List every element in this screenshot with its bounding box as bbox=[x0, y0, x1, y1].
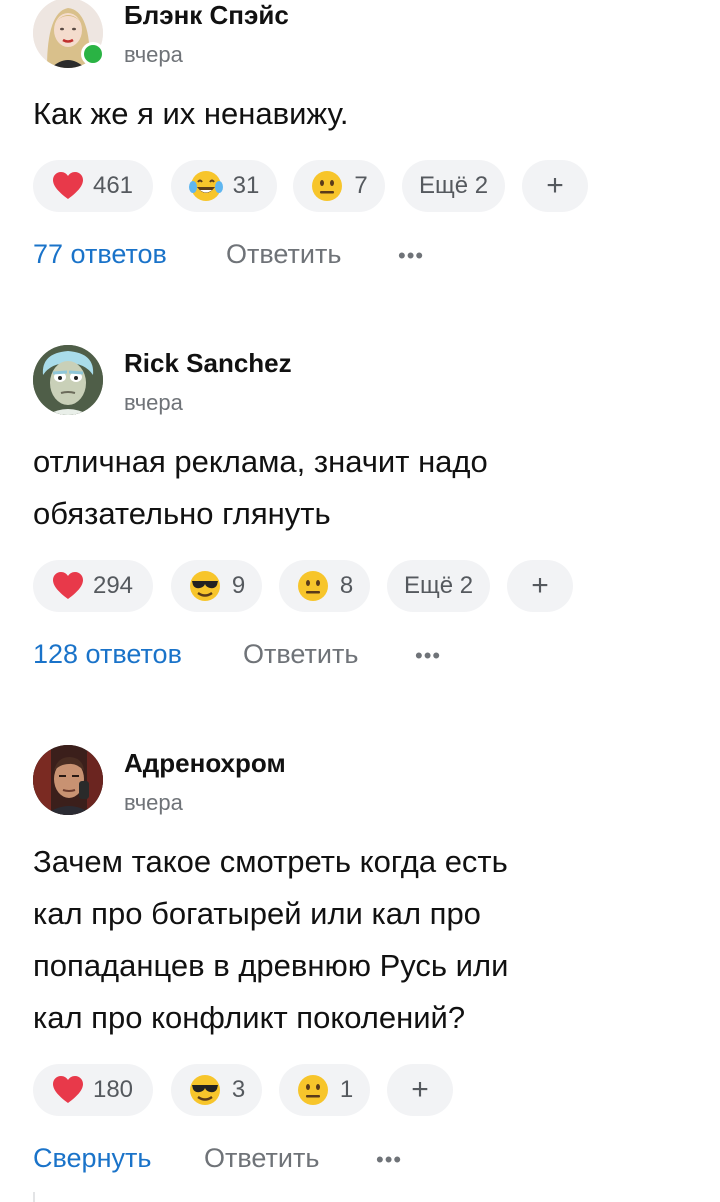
avatar[interactable] bbox=[33, 745, 103, 815]
user-photo-icon bbox=[33, 745, 103, 815]
thread-line bbox=[33, 1192, 35, 1202]
heart-icon bbox=[52, 1076, 83, 1103]
comment-text-line: кал про конфликт поколений? bbox=[33, 1000, 466, 1035]
plus-icon: + bbox=[411, 1073, 429, 1106]
more-options-icon[interactable]: ••• bbox=[376, 1147, 402, 1173]
reaction-count: 3 bbox=[231, 1076, 246, 1103]
comment-text-line: попаданцев в древнюю Русь или bbox=[33, 948, 509, 983]
reaction-cool[interactable]: 3 bbox=[171, 1064, 262, 1116]
comment-text-line: кал про богатырей или кал про bbox=[33, 896, 481, 931]
collapse-replies-link[interactable]: Свернуть bbox=[33, 1143, 151, 1174]
reaction-heart[interactable]: 180 bbox=[33, 1064, 153, 1116]
reactions-bar: 180 3 1 + bbox=[33, 1064, 473, 1116]
author-name[interactable]: Адренохром bbox=[124, 748, 286, 779]
neutral-face-icon bbox=[297, 1075, 328, 1105]
comment-time: вчера bbox=[124, 790, 183, 815]
add-reaction-button[interactable]: + bbox=[387, 1064, 453, 1116]
comment-text-line: Зачем такое смотреть когда есть bbox=[33, 844, 508, 879]
reaction-neutral[interactable]: 1 bbox=[279, 1064, 370, 1116]
reply-button[interactable]: Ответить bbox=[204, 1143, 319, 1174]
reaction-count: 180 bbox=[92, 1076, 134, 1103]
comment: Адренохром вчера Зачем такое смотреть ко… bbox=[0, 0, 720, 1202]
reaction-count: 1 bbox=[339, 1076, 354, 1103]
comment-text: Зачем такое смотреть когда есть кал про … bbox=[33, 836, 613, 1044]
sunglasses-face-icon bbox=[189, 1075, 220, 1105]
comment-actions: Свернуть Ответить ••• bbox=[33, 1143, 633, 1183]
